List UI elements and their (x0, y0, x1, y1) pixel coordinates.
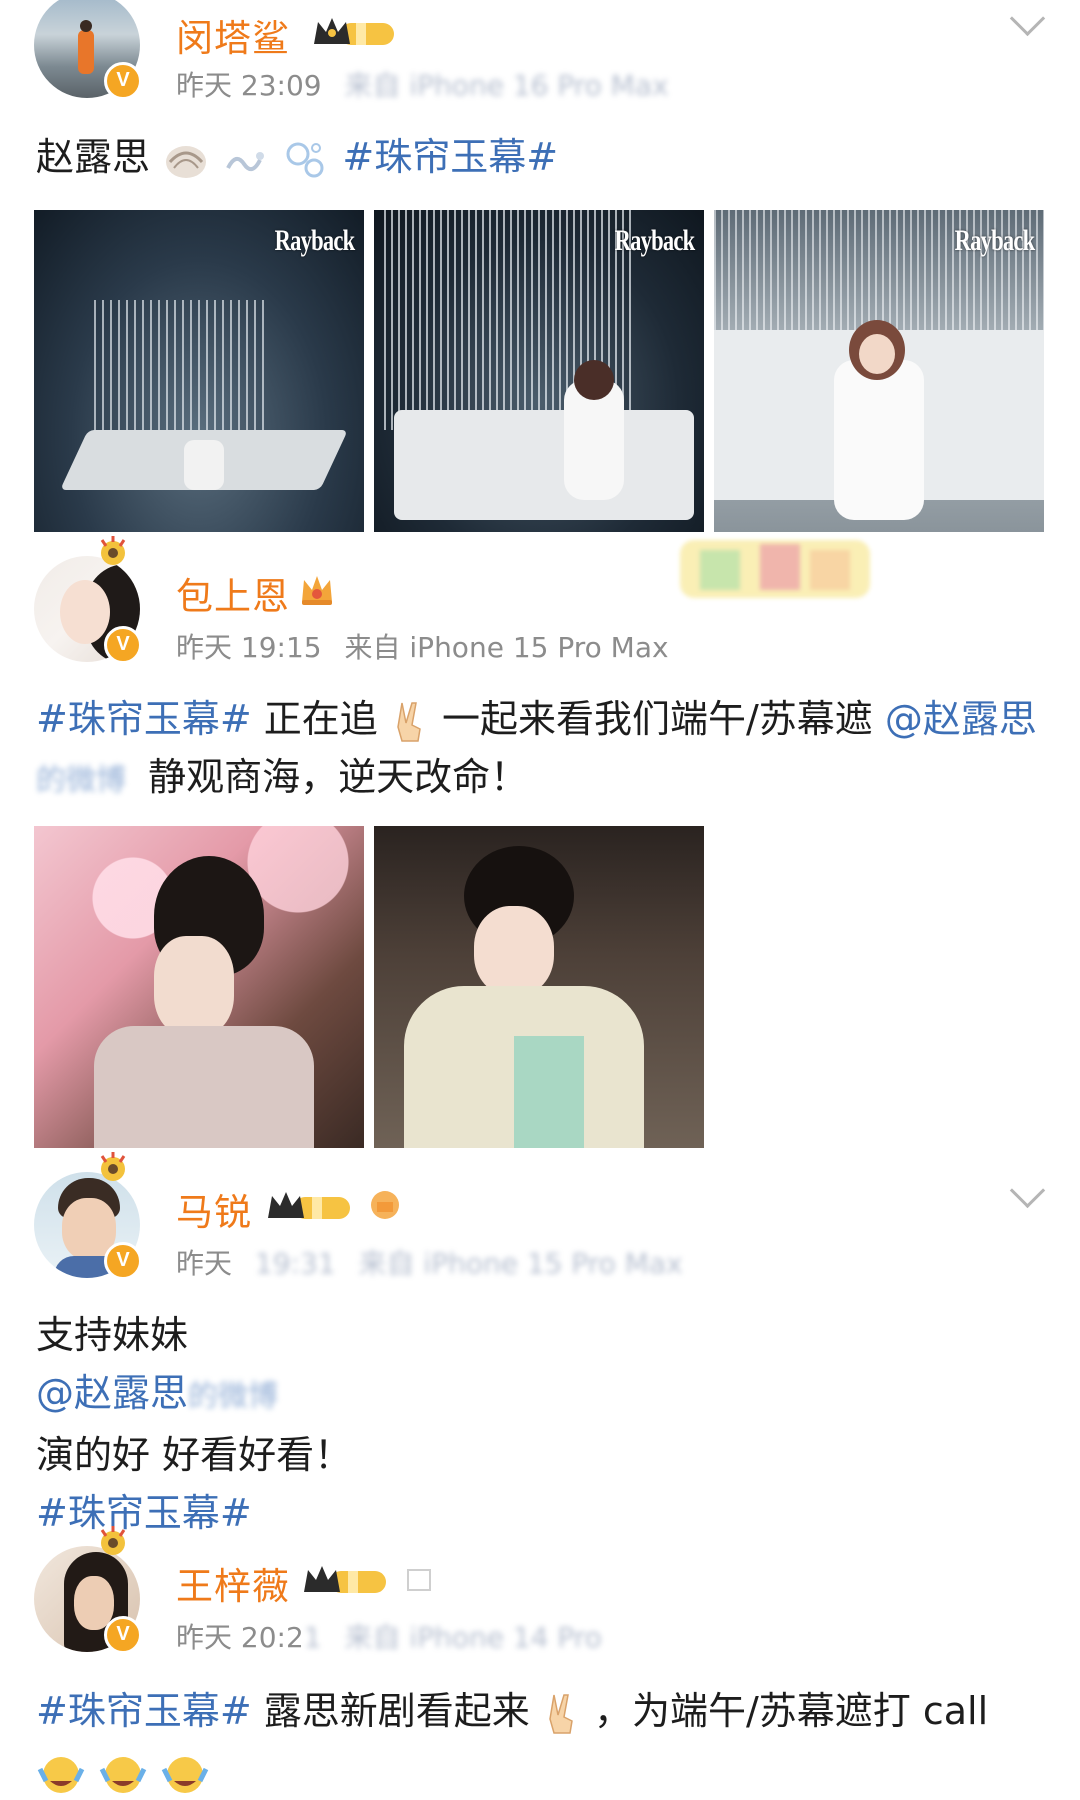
tears-of-joy-emoji-icon (37, 1756, 85, 1793)
wave-emoji-icon (226, 151, 265, 171)
post-time: 昨天 23:09 (176, 69, 322, 102)
post-source: 来自 iPhone 15 Pro Max (344, 631, 669, 664)
tears-of-joy-emoji-icon (99, 1756, 147, 1793)
post-text-part: 正在追 (263, 697, 378, 741)
post-time-blurred: 1 (303, 1621, 322, 1654)
vip-crown-badge-icon (314, 18, 394, 45)
post-text-part: 露思新剧看起来 (263, 1689, 530, 1733)
decorative-sticker-icon (680, 540, 870, 598)
post-line: 演的好 好看好看！ (36, 1433, 353, 1477)
victory-hand-emoji-icon (549, 1693, 573, 1734)
mention-link[interactable]: @赵露思 (885, 697, 1037, 741)
verified-badge-icon: V (104, 62, 142, 100)
post-source: 来自 iPhone 16 Pro Max (344, 69, 669, 102)
post-line: 支持妹妹 (36, 1313, 189, 1357)
post-time: 昨天 (176, 1247, 233, 1280)
victory-hand-emoji-icon (397, 701, 421, 742)
post-time: 昨天 19:15 (176, 631, 322, 664)
vip-crown-badge-icon (304, 1566, 386, 1593)
shell-emoji-icon (166, 145, 207, 178)
post-text-part: 一起来看我们端午/苏幕遮 (441, 697, 873, 741)
avatar-decoration-icon (100, 1526, 126, 1555)
post-meta: 昨天 19:15 来自 iPhone 15 Pro Max (176, 626, 669, 666)
post-text-part: ，为端午/苏幕遮打 call (593, 1689, 989, 1733)
post-meta: 昨天 20:21 来自 iPhone 14 Pro (176, 1616, 602, 1656)
post-image-2[interactable] (374, 826, 704, 1148)
mention-suffix: 的微博 (36, 763, 126, 798)
username[interactable]: 王梓薇 (176, 1556, 290, 1610)
avatar[interactable]: V (34, 1526, 142, 1654)
image-watermark: Rayback (274, 224, 355, 257)
post-text: 赵露思 #珠帘玉幕# (36, 128, 1046, 186)
post-image-1[interactable] (34, 826, 364, 1148)
mention-suffix: 的微博 (188, 1379, 279, 1414)
mention-link[interactable]: @赵露思 (36, 1371, 188, 1415)
post-source: 来自 iPhone 14 Pro (344, 1621, 602, 1654)
post-meta: 昨天 23:09 来自 iPhone 16 Pro Max (176, 64, 669, 104)
username[interactable]: 闵塔鲨 (176, 8, 290, 62)
post-text: #珠帘玉幕# 正在追 一起来看我们端午/苏幕遮 @赵露思的微博 静观商海，逆天改… (36, 690, 1046, 810)
badge-faded-icon (407, 1569, 431, 1591)
post-time: 昨天 20:2 (176, 1621, 304, 1654)
post-time-blurred: 19:31 (254, 1247, 336, 1280)
hashtag-link[interactable]: #珠帘玉幕# (36, 697, 252, 741)
avatar[interactable]: V (34, 1152, 142, 1280)
post-source: 来自 iPhone 15 Pro Max (358, 1247, 683, 1280)
hashtag-link[interactable]: #珠帘玉幕# (36, 1491, 252, 1535)
post-image-1[interactable]: Rayback (34, 210, 364, 532)
username[interactable]: 包上恩 (176, 566, 290, 620)
post-image-3[interactable]: Rayback (714, 210, 1044, 532)
crown-badge-icon (302, 576, 332, 605)
post-text: 支持妹妹 @赵露思的微博 演的好 好看好看！ #珠帘玉幕# (36, 1306, 1046, 1542)
image-watermark: Rayback (954, 224, 1035, 257)
avatar-decoration-icon (100, 1152, 126, 1181)
post-menu-chevron-icon[interactable] (1009, 1172, 1046, 1209)
fist-badge-icon (371, 1191, 399, 1219)
image-watermark: Rayback (614, 224, 695, 257)
avatar[interactable]: V (34, 536, 142, 664)
avatar-decoration-icon (100, 536, 126, 565)
bubbles-emoji-icon (286, 142, 324, 177)
post-text-plain: 赵露思 (36, 135, 151, 179)
username[interactable]: 马锐 (176, 1182, 252, 1236)
vip-crown-badge-icon (268, 1192, 350, 1219)
verified-badge-icon: V (104, 1616, 142, 1654)
post-meta: 昨天 19:31 来自 iPhone 15 Pro Max (176, 1242, 683, 1282)
verified-badge-icon: V (104, 626, 142, 664)
tears-of-joy-emoji-icon (161, 1756, 209, 1793)
post-text-part: 静观商海，逆天改命！ (148, 755, 529, 799)
hashtag-link[interactable]: #珠帘玉幕# (36, 1689, 252, 1733)
post-text: #珠帘玉幕# 露思新剧看起来 ，为端午/苏幕遮打 call (36, 1682, 1046, 1800)
post-image-2[interactable]: Rayback (374, 210, 704, 532)
hashtag-link[interactable]: #珠帘玉幕# (342, 135, 558, 179)
avatar[interactable]: V (34, 0, 142, 100)
post-menu-chevron-icon[interactable] (1009, 0, 1046, 37)
verified-badge-icon: V (104, 1242, 142, 1280)
